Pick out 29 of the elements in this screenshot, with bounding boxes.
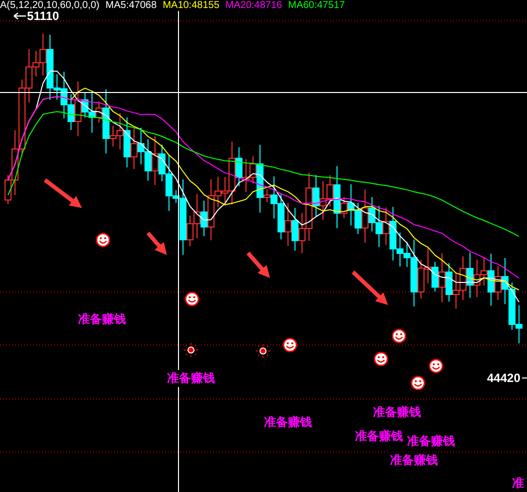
price-label: 44420 — [487, 371, 520, 385]
signal-label: 准备赚钱 — [355, 428, 403, 445]
indicator-label: MA20:48716 — [225, 0, 282, 11]
smiley-icon — [184, 292, 200, 306]
signal-label: 准备赚钱 — [264, 414, 312, 431]
smiley-icon — [392, 328, 406, 344]
indicator-label: A(5,12,20,10,60,0,0,0) — [0, 0, 100, 11]
sun-icon — [256, 344, 270, 358]
smiley-icon — [410, 376, 426, 390]
left-arrow-icon — [13, 12, 27, 20]
smiley-icon — [374, 352, 388, 366]
indicator-label: MA10:48155 — [162, 0, 220, 11]
price-label: 51110 — [27, 9, 60, 23]
arrow-icon — [44, 178, 82, 208]
smiley-icon — [282, 338, 298, 352]
sun-icon — [184, 342, 198, 358]
smiley-icon — [96, 232, 110, 248]
signal-label: 准备赚钱 — [78, 311, 126, 328]
arrow-icon — [246, 252, 270, 278]
signal-label: 准备赚钱 — [390, 452, 438, 469]
arrow-icon — [146, 232, 167, 255]
arrow-icon — [352, 270, 388, 305]
signal-label: 准备赚钱 — [373, 404, 421, 421]
smiley-icon — [428, 358, 444, 374]
indicator-label: MA60:47517 — [288, 0, 345, 11]
signal-label: 准备赚钱 — [167, 370, 215, 387]
indicator-label: MA5:47068 — [106, 0, 157, 11]
signal-label: 准备赚钱 — [407, 433, 455, 450]
signal-label: 准 — [512, 475, 524, 492]
